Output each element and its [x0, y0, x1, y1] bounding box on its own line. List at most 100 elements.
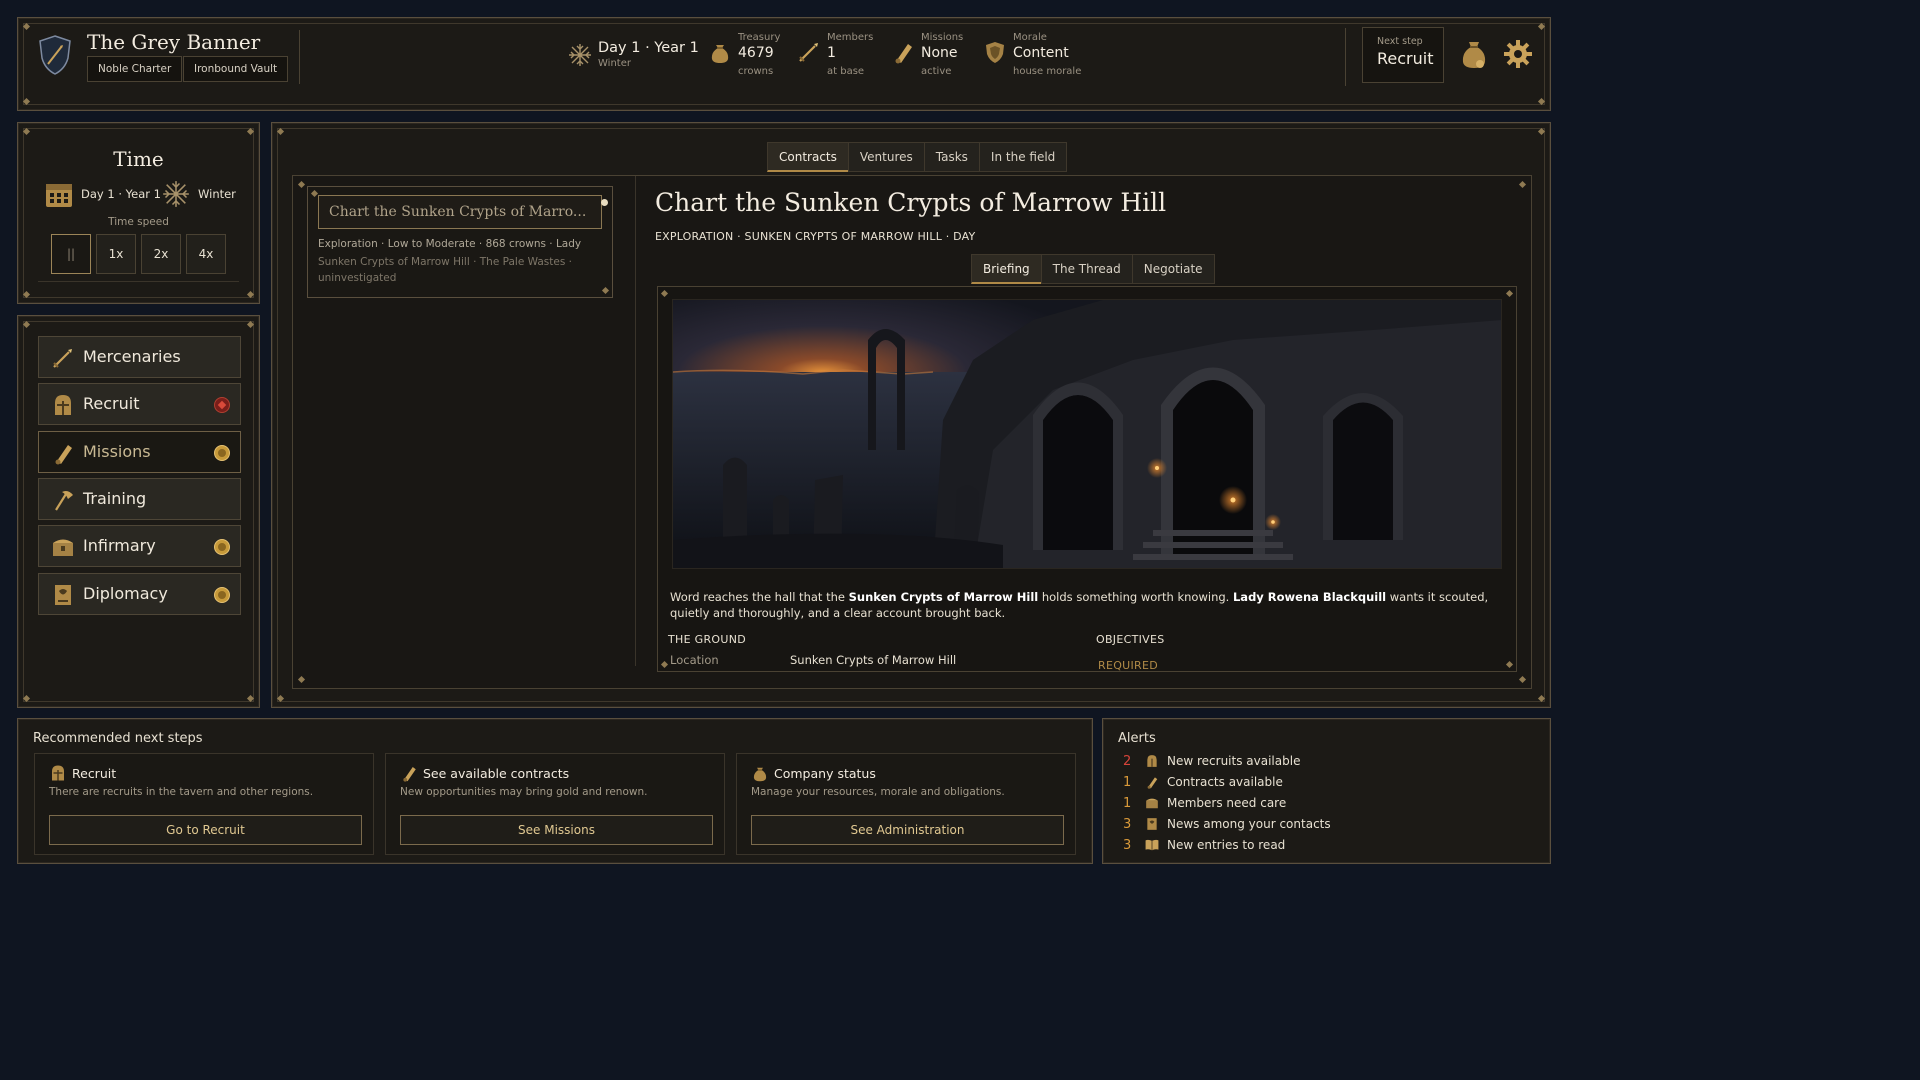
tab-in-the-field[interactable]: In the field: [978, 142, 1068, 172]
stat-label: Missions: [921, 32, 964, 43]
corner-ornament: [1505, 660, 1514, 669]
stat-value: 4679: [738, 45, 774, 61]
recommended-panel: Recommended next steps Recruit There are…: [17, 718, 1093, 864]
nav-label: Training: [83, 489, 147, 508]
alerts-heading: Alerts: [1118, 731, 1156, 746]
time-date: Day 1 · Year 1: [81, 187, 161, 201]
alert-members-care[interactable]: 1 Members need care: [1123, 794, 1543, 814]
next-step-value: Recruit: [1377, 49, 1434, 68]
next-step-button[interactable]: Next step Recruit: [1362, 27, 1444, 83]
alert-text: New recruits available: [1167, 754, 1301, 768]
selected-indicator: [601, 199, 608, 206]
briefing-text: Word reaches the hall that the Sunken Cr…: [670, 589, 1502, 621]
alert-count: 3: [1123, 838, 1132, 853]
divider: [38, 281, 239, 282]
stat-sub: crowns: [738, 66, 774, 77]
corner-ornament: [1537, 694, 1546, 703]
coin-purse-icon: [708, 40, 732, 64]
alert-news[interactable]: 3 News among your contacts: [1123, 815, 1543, 835]
coin-bag-icon[interactable]: [1459, 38, 1489, 70]
recommended-heading: Recommended next steps: [33, 731, 203, 746]
required-label: REQUIRED: [1098, 659, 1159, 672]
stat-value: 1: [827, 45, 836, 61]
corner-ornament: [601, 286, 610, 295]
corner-ornament: [660, 289, 669, 298]
tag-ironbound-vault[interactable]: Ironbound Vault: [183, 56, 289, 82]
stat-sub: house morale: [1013, 66, 1082, 77]
nav-mercenaries[interactable]: Mercenaries: [38, 336, 241, 378]
corner-ornament: [22, 320, 31, 329]
coin-purse-icon: [751, 764, 769, 782]
divider: [1345, 28, 1346, 86]
corner-ornament: [297, 675, 306, 684]
nav-recruit[interactable]: Recruit: [38, 383, 241, 425]
contract-card[interactable]: Chart the Sunken Crypts of Marro... Expl…: [307, 186, 613, 298]
corner-ornament: [297, 180, 306, 189]
alert-text: Members need care: [1167, 796, 1287, 810]
stat-sub: active: [921, 66, 952, 77]
time-date-row: Day 1 · Year 1 Winter: [45, 179, 236, 209]
helmet-icon: [1145, 754, 1159, 768]
briefing-text-part: Word reaches the hall that the: [670, 590, 849, 604]
see-administration-button[interactable]: See Administration: [751, 815, 1064, 845]
rec-card-company: Company status Manage your resources, mo…: [736, 753, 1076, 855]
rec-card-contracts: See available contracts New opportunitie…: [385, 753, 725, 855]
tab-the-thread[interactable]: The Thread: [1040, 254, 1133, 284]
corner-ornament: [660, 660, 669, 669]
nav-label: Infirmary: [83, 536, 156, 555]
main-panel: Contracts Ventures Tasks In the field Ch…: [271, 122, 1551, 708]
alert-text: New entries to read: [1167, 838, 1286, 852]
tab-briefing[interactable]: Briefing: [971, 254, 1042, 284]
alert-entries[interactable]: 3 New entries to read: [1123, 836, 1543, 856]
helmet-icon: [49, 764, 67, 782]
nav-infirmary[interactable]: Infirmary: [38, 525, 241, 567]
alert-count: 1: [1123, 796, 1132, 811]
guild-shield-icon: [38, 34, 72, 76]
rec-desc: New opportunities may bring gold and ren…: [400, 786, 648, 798]
speed-pause-button[interactable]: ||: [51, 234, 91, 274]
stat-sub: at base: [827, 66, 865, 77]
corner-ornament: [22, 290, 31, 299]
alert-count: 1: [1123, 775, 1132, 790]
nav-missions[interactable]: Missions: [38, 431, 241, 473]
alert-text: News among your contacts: [1167, 817, 1331, 831]
nav-diplomacy[interactable]: Diplomacy: [38, 573, 241, 615]
tab-contracts[interactable]: Contracts: [767, 142, 849, 172]
chest-icon: [1145, 796, 1159, 810]
notice-badge: [214, 539, 230, 555]
briefing-location-name: Sunken Crypts of Marrow Hill: [848, 590, 1039, 604]
tab-negotiate[interactable]: Negotiate: [1131, 254, 1215, 284]
corner-ornament: [276, 694, 285, 703]
go-to-recruit-button[interactable]: Go to Recruit: [49, 815, 362, 845]
contract-detail-subtitle: EXPLORATION · SUNKEN CRYPTS OF MARROW HI…: [655, 230, 976, 243]
helmet-icon: [51, 393, 75, 417]
corner-ornament: [246, 127, 255, 136]
corner-ornament: [1537, 127, 1546, 136]
banner-icon: [51, 583, 75, 607]
alert-new-recruits[interactable]: 2 New recruits available: [1123, 752, 1543, 772]
corner-ornament: [22, 97, 31, 106]
stat-value: Content: [1013, 45, 1069, 61]
rec-title: See available contracts: [423, 766, 570, 781]
detail-tabs: Briefing The Thread Negotiate: [971, 254, 1215, 284]
alert-count: 3: [1123, 817, 1132, 832]
gear-icon[interactable]: [1503, 39, 1533, 69]
see-missions-button[interactable]: See Missions: [400, 815, 713, 845]
speed-1x-button[interactable]: 1x: [96, 234, 136, 274]
speed-2x-button[interactable]: 2x: [141, 234, 181, 274]
corner-ornament: [1518, 675, 1527, 684]
nav-training[interactable]: Training: [38, 478, 241, 520]
next-step-label: Next step: [1377, 36, 1423, 47]
stat-label: Morale: [1013, 32, 1047, 43]
contract-detail-title: Chart the Sunken Crypts of Marrow Hill: [655, 188, 1167, 217]
scroll-icon: [400, 764, 418, 782]
rec-desc: Manage your resources, morale and obliga…: [751, 786, 1005, 798]
rec-title: Company status: [774, 766, 876, 781]
nav-label: Missions: [83, 442, 151, 461]
tab-ventures[interactable]: Ventures: [847, 142, 925, 172]
briefing-text-part: holds something worth knowing.: [1038, 590, 1233, 604]
speed-4x-button[interactable]: 4x: [186, 234, 226, 274]
tab-tasks[interactable]: Tasks: [923, 142, 980, 172]
tag-noble-charter[interactable]: Noble Charter: [87, 56, 183, 82]
alert-contracts[interactable]: 1 Contracts available: [1123, 773, 1543, 793]
